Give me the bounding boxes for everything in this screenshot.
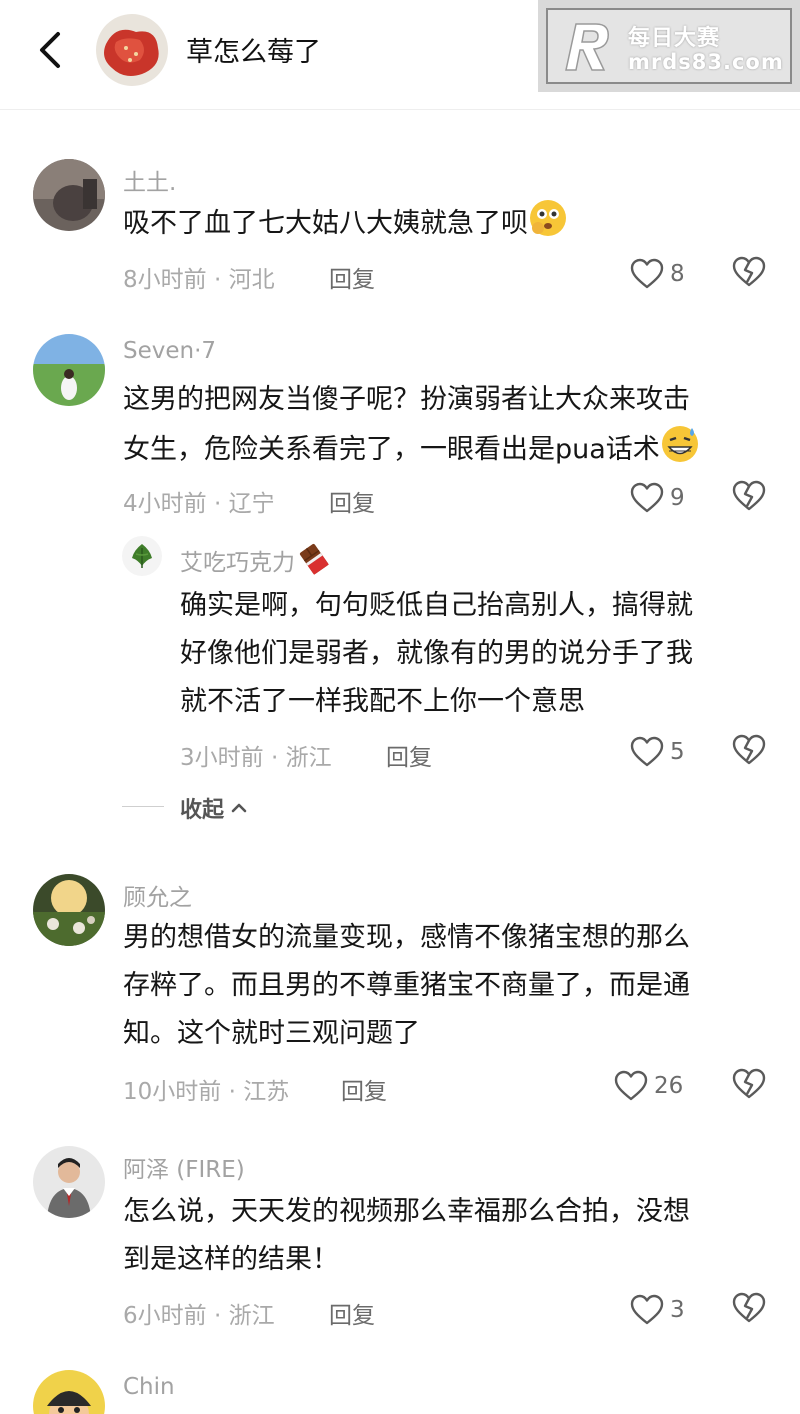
heart-icon (630, 1294, 664, 1325)
comment-text-line: 到是这样的结果！ (123, 1244, 339, 1275)
user-avatar[interactable] (122, 536, 162, 576)
broken-heart-icon[interactable] (732, 480, 766, 514)
back-icon[interactable] (28, 26, 76, 74)
broken-heart-icon[interactable] (732, 734, 766, 768)
comment-text-line: 存粹了。而且男的不尊重猪宝不商量了，而是通 (123, 970, 690, 1001)
comment-text-line: 好像他们是弱者，就像有的男的说分手了我 (180, 638, 693, 669)
username[interactable]: 阿泽 (FIRE) (123, 1150, 245, 1184)
comment-text: 确实是啊，句句贬低自己抬高别人，搞得就 好像他们是弱者，就像有的男的说分手了我 … (180, 582, 780, 726)
comment-text-content: 吸不了血了七大姑八大姨就急了呗 (123, 208, 528, 239)
user-avatar[interactable] (33, 874, 105, 946)
reply-button[interactable]: 回复 (329, 260, 375, 294)
like-button[interactable]: 3 (630, 1292, 685, 1328)
time-location: 8小时前 · 河北 (123, 267, 275, 293)
like-count: 5 (670, 739, 685, 765)
comment-text-line: 确实是啊，句句贬低自己抬高别人，搞得就 (180, 590, 693, 621)
heart-icon (630, 482, 664, 513)
broken-heart-icon[interactable] (732, 1068, 766, 1102)
time-location: 6小时前 · 浙江 (123, 1303, 275, 1329)
username-text: 艾吃巧克力 (180, 550, 295, 576)
video-thumbnail-avatar[interactable] (96, 14, 168, 86)
user-avatar[interactable] (33, 334, 105, 406)
page-title: 草怎么莓了 (186, 37, 321, 68)
reply-button[interactable]: 回复 (329, 484, 375, 518)
like-button[interactable]: 26 (614, 1068, 683, 1104)
reply-button[interactable]: 回复 (329, 1296, 375, 1330)
time-location: 10小时前 · 江苏 (123, 1079, 290, 1105)
user-avatar[interactable] (33, 1146, 105, 1218)
reply-button[interactable]: 回复 (341, 1072, 387, 1106)
time-location: 3小时前 · 浙江 (180, 745, 332, 771)
heart-icon (614, 1070, 648, 1101)
user-avatar[interactable] (33, 1370, 105, 1414)
like-button[interactable]: 5 (630, 734, 685, 770)
collapse-label: 收起 (180, 798, 225, 823)
time-location: 4小时前 · 辽宁 (123, 491, 275, 517)
comment-text: 男的想借女的流量变现，感情不像猪宝想的那么 存粹了。而且男的不尊重猪宝不商量了，… (123, 914, 783, 1058)
comment-text-line: 怎么说，天天发的视频那么幸福那么合拍，没想 (123, 1196, 690, 1227)
chocolate-bar-emoji-icon (297, 542, 331, 582)
r-logo-icon (558, 18, 616, 76)
comment-text: 吸不了血了七大姑八大姨就急了呗 (123, 198, 568, 254)
collapse-divider (122, 806, 164, 807)
like-count: 26 (654, 1073, 684, 1099)
like-count: 8 (670, 261, 685, 287)
username[interactable]: 艾吃巧克力 (180, 542, 331, 582)
comment-text-line: 就不活了一样我配不上你一个意思 (180, 686, 585, 717)
collapse-replies-button[interactable]: 收起 (180, 792, 250, 824)
comment-text-line: 女生，危险关系看完了，一眼看出是pua话术 (123, 424, 783, 480)
grinning-sweat-emoji-icon (660, 424, 700, 480)
username[interactable]: 顾允之 (123, 878, 192, 912)
comment-text-content: 女生，危险关系看完了，一眼看出是pua话术 (123, 434, 660, 465)
comment-text-line: 知。这个就时三观问题了 (123, 1018, 420, 1049)
heart-icon (630, 258, 664, 289)
like-count: 9 (670, 485, 685, 511)
username[interactable]: Seven·7 (123, 338, 216, 364)
like-count: 3 (670, 1297, 685, 1323)
comment-text-line: 男的想借女的流量变现，感情不像猪宝想的那么 (123, 922, 690, 953)
heart-icon (630, 736, 664, 767)
username[interactable]: 土土. (123, 163, 176, 197)
comment-text: 怎么说，天天发的视频那么幸福那么合拍，没想 到是这样的结果！ (123, 1188, 783, 1284)
watermark: 每日大赛 mrds83.com (538, 0, 800, 92)
reply-button[interactable]: 回复 (386, 738, 432, 772)
thinking-face-emoji-icon (528, 198, 568, 254)
comment-text: 这男的把网友当傻子呢？扮演弱者让大众来攻击 女生，危险关系看完了，一眼看出是pu… (123, 376, 783, 480)
user-avatar[interactable] (33, 159, 105, 231)
comment-text-line: 这男的把网友当傻子呢？扮演弱者让大众来攻击 (123, 384, 690, 415)
watermark-domain: mrds83.com (628, 50, 784, 74)
chevron-up-icon (231, 803, 247, 813)
like-button[interactable]: 8 (630, 256, 685, 292)
broken-heart-icon[interactable] (732, 256, 766, 290)
broken-heart-icon[interactable] (732, 1292, 766, 1326)
username[interactable]: Chin (123, 1374, 175, 1400)
watermark-brand: 每日大赛 (628, 26, 721, 51)
watermark-box: 每日大赛 mrds83.com (546, 8, 792, 84)
like-button[interactable]: 9 (630, 480, 685, 516)
